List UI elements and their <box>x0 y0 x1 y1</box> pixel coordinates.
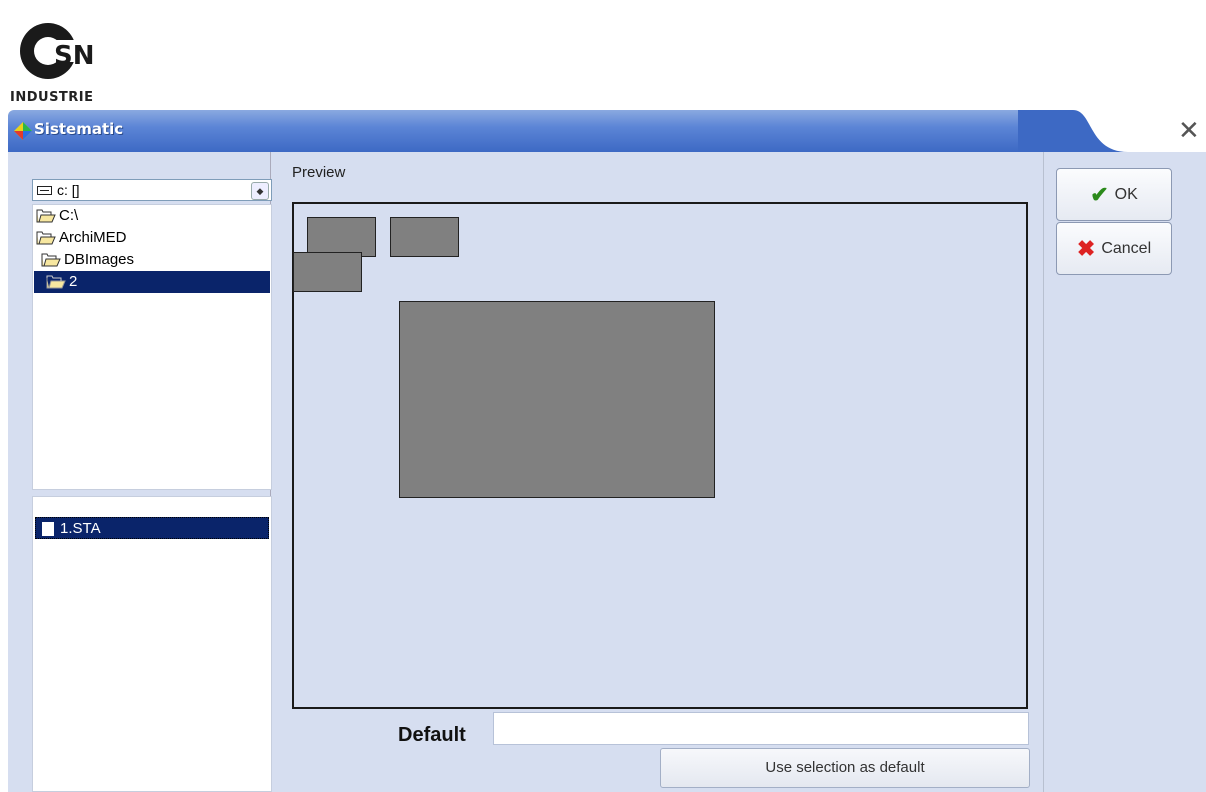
open-folder-icon <box>41 253 61 267</box>
title-bar: Sistematic ✕ <box>8 110 1206 152</box>
svg-text:SN: SN <box>54 41 95 71</box>
tree-item-label: DBImages <box>64 251 135 268</box>
default-label: Default <box>398 724 466 746</box>
divider <box>1043 152 1044 792</box>
folder-tree[interactable]: C:\ ArchiMED DBImages 2 <box>32 204 272 490</box>
chevron-updown-icon[interactable]: ◆ <box>251 182 269 200</box>
drive-select[interactable]: c: [] ◆ <box>32 179 272 201</box>
cancel-label: Cancel <box>1101 239 1152 257</box>
file-item-label: 1.STA <box>60 520 101 537</box>
window-title: Sistematic <box>34 120 124 138</box>
preview-label: Preview <box>292 164 346 181</box>
default-field[interactable] <box>493 712 1029 745</box>
drive-label: c: [] <box>57 182 80 198</box>
cancel-button[interactable]: ✖ Cancel <box>1056 222 1172 275</box>
open-folder-icon <box>36 209 56 223</box>
open-folder-icon <box>46 275 66 289</box>
ok-label: OK <box>1114 185 1138 203</box>
preview-box <box>307 217 376 257</box>
tree-item-2[interactable]: 2 <box>34 271 270 293</box>
cancel-x-icon: ✖ <box>1076 235 1096 261</box>
open-folder-icon <box>36 231 56 245</box>
close-icon[interactable]: ✕ <box>1178 116 1200 146</box>
preview-box <box>399 301 715 498</box>
dialog-client: c: [] ◆ C:\ ArchiMED DBImages 2 1.STA Pr… <box>8 152 1206 792</box>
tree-item-label: ArchiMED <box>59 229 127 246</box>
preview-canvas <box>292 202 1028 709</box>
preview-box <box>293 252 362 292</box>
tree-item-dbimages[interactable]: DBImages <box>41 249 134 271</box>
diamond-app-icon <box>14 122 32 140</box>
use-selection-default-button[interactable]: Use selection as default <box>660 748 1030 788</box>
file-list[interactable]: 1.STA <box>32 496 272 792</box>
ok-button[interactable]: ✔ OK <box>1056 168 1172 221</box>
logo-caption: INDUSTRIE <box>10 90 94 105</box>
sistematic-window: Sistematic ✕ c: [] ◆ C:\ ArchiMED DBImag… <box>8 110 1206 792</box>
drive-icon <box>37 186 52 195</box>
checkmark-icon: ✔ <box>1090 181 1109 207</box>
file-icon <box>42 522 54 537</box>
tree-item-archimed[interactable]: ArchiMED <box>36 227 127 249</box>
file-item-1-sta[interactable]: 1.STA <box>35 517 269 539</box>
tree-item-label: 2 <box>69 273 78 290</box>
preview-box <box>390 217 459 257</box>
tree-item-c-root[interactable]: C:\ <box>36 205 78 227</box>
tree-item-label: C:\ <box>59 207 79 224</box>
